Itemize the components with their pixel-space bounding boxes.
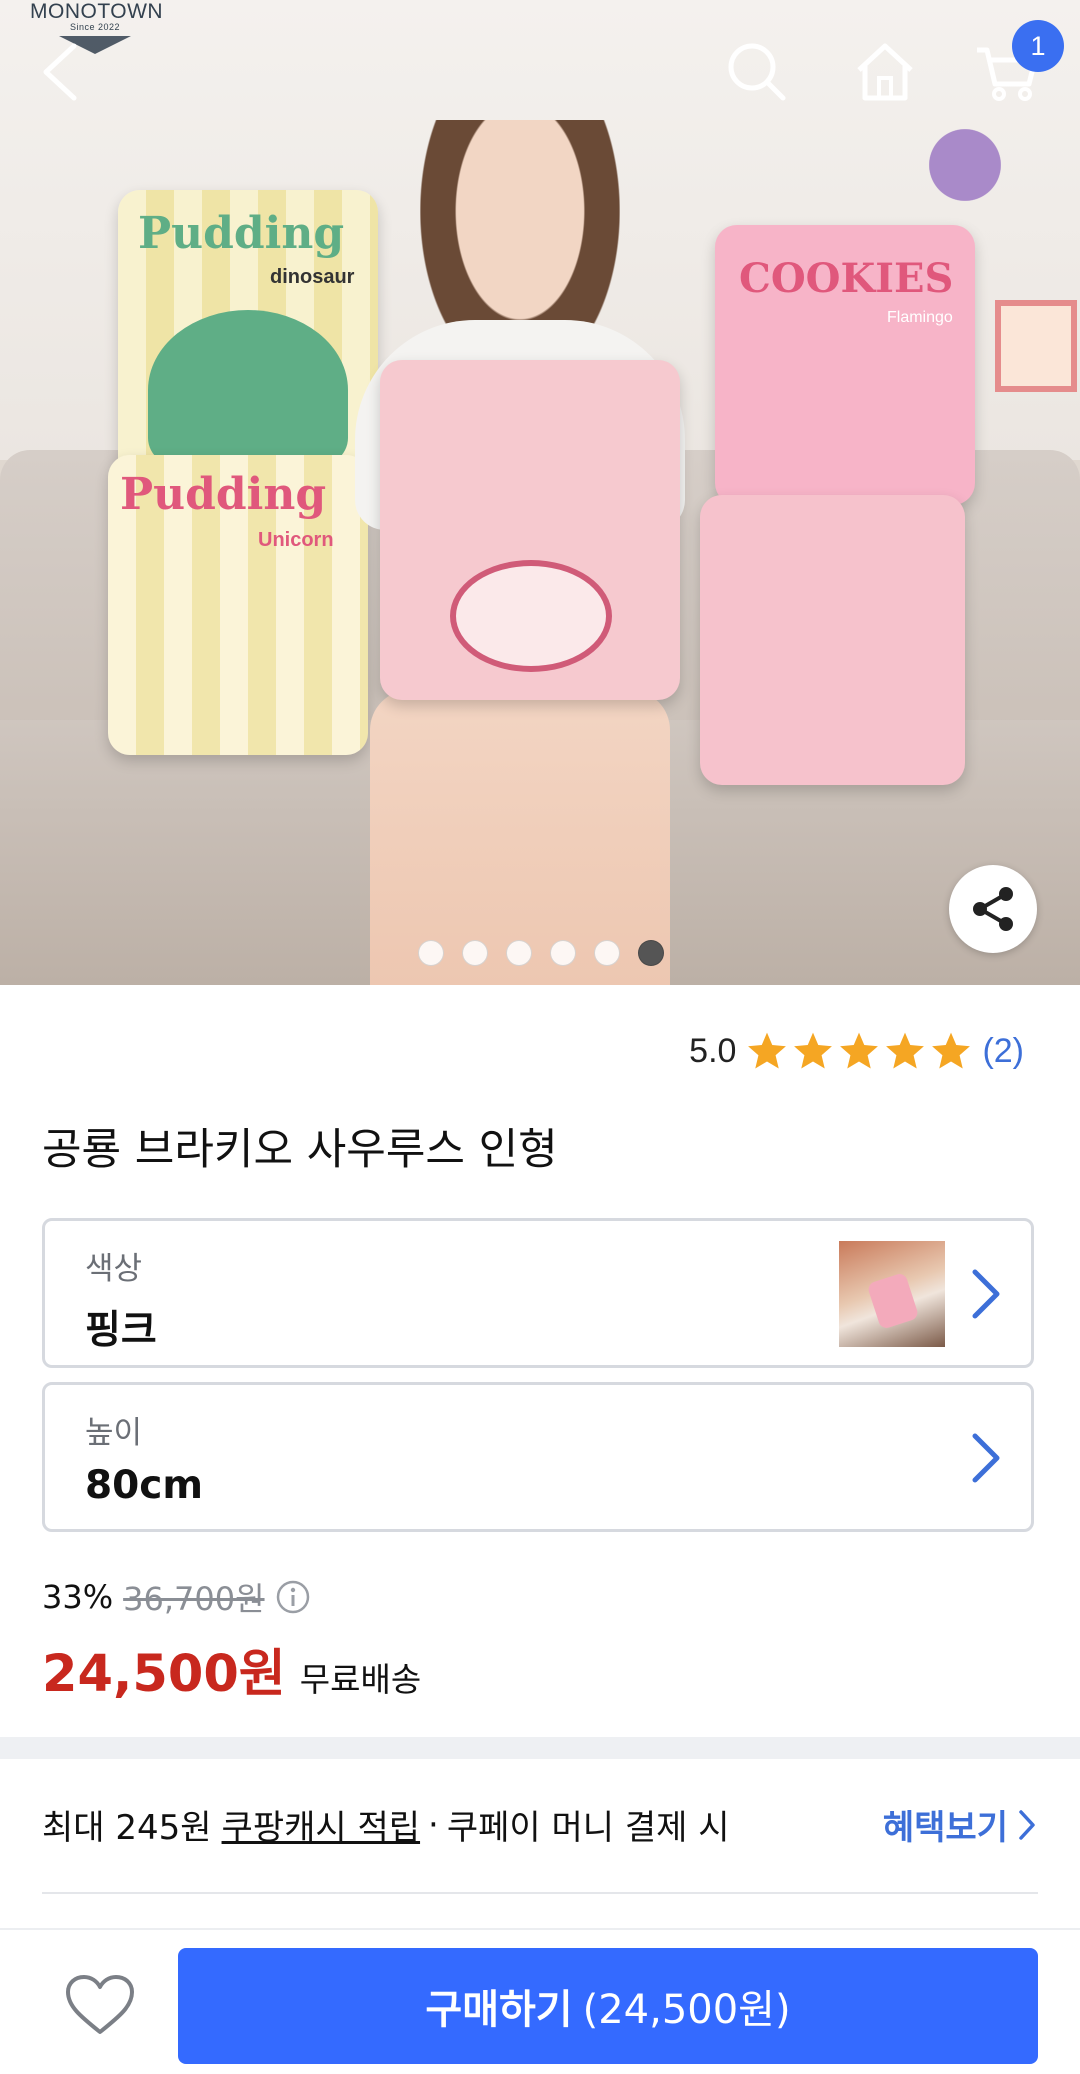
hero-plant-decor xyxy=(910,120,1020,210)
section-divider xyxy=(0,1737,1080,1759)
free-shipping-label: 무료배송 xyxy=(299,1660,422,1699)
rabbit-pillow xyxy=(700,495,965,785)
view-benefits-button[interactable]: 혜택보기 xyxy=(883,1800,1038,1849)
search-button[interactable] xyxy=(725,40,789,104)
carousel-dot[interactable] xyxy=(506,940,532,966)
store-logo-text: MONOTOWN xyxy=(30,0,164,23)
star-icon xyxy=(840,1032,879,1069)
cash-suffix: 쿠페이 머니 결제 시 xyxy=(446,1808,730,1848)
search-icon xyxy=(728,43,786,101)
option-value: 80cm xyxy=(85,1463,204,1508)
rating-score: 5.0 xyxy=(689,1031,737,1070)
discount-line: 33% 36,700원 xyxy=(42,1574,421,1620)
bottom-action-bar: 구매하기 (24,500원) xyxy=(0,1928,1080,2074)
share-icon xyxy=(973,887,1013,931)
hero-picture-frame xyxy=(995,300,1077,392)
sale-line: 24,500원 무료배송 xyxy=(42,1632,421,1706)
heart-icon xyxy=(66,1975,134,2034)
original-price: 36,700원 xyxy=(123,1580,265,1618)
carousel-dots xyxy=(418,940,664,966)
info-icon[interactable] xyxy=(275,1579,311,1615)
price-section: 33% 36,700원 24,500원 무료배송 xyxy=(42,1574,421,1706)
dinosaur-pillow: Pudding dinosaur xyxy=(118,190,378,490)
buy-button-label: 구매하기 xyxy=(425,1987,573,2033)
pillow-text: dinosaur xyxy=(270,266,355,288)
pillow-text: Unicorn xyxy=(258,529,334,551)
carousel-dot[interactable] xyxy=(462,940,488,966)
dinosaur-face xyxy=(148,310,348,470)
share-button[interactable] xyxy=(949,865,1037,953)
option-label: 높이 xyxy=(85,1415,143,1451)
cash-reward-line: 최대 245원 쿠팡캐시 적립 · 쿠페이 머니 결제 시 혜택보기 xyxy=(42,1800,1038,1849)
pillow-text: Pudding xyxy=(138,208,345,259)
home-icon xyxy=(857,43,913,101)
option-value: 핑크 xyxy=(85,1308,157,1353)
wishlist-button[interactable] xyxy=(64,1974,136,2038)
thin-divider xyxy=(42,1892,1038,1894)
pig-pillow xyxy=(380,360,680,700)
cash-prefix: 최대 245원 xyxy=(42,1808,212,1848)
pig-snout xyxy=(450,560,612,672)
coupang-cash-link[interactable]: 쿠팡캐시 적립 xyxy=(222,1800,421,1849)
star-icon xyxy=(794,1032,833,1069)
product-image-carousel[interactable]: Pudding dinosaur Pudding Unicorn COOKIES… xyxy=(0,0,1080,985)
buy-button-price: (24,500원) xyxy=(582,1987,791,2033)
chevron-right-icon xyxy=(972,1269,1000,1319)
pillow-text: Pudding xyxy=(120,469,327,520)
pillow-text: Flamingo xyxy=(887,309,953,326)
carousel-dot[interactable] xyxy=(550,940,576,966)
color-option-selector[interactable]: 색상 핑크 xyxy=(42,1218,1034,1368)
star-icon xyxy=(932,1032,971,1069)
cash-separator: · xyxy=(428,1804,439,1845)
rating-stars xyxy=(746,1030,972,1072)
back-button[interactable] xyxy=(28,40,92,104)
back-arrow-icon xyxy=(43,43,77,101)
option-thumbnail xyxy=(839,1241,945,1347)
pillow-text: COOKIES xyxy=(739,255,954,302)
home-button[interactable] xyxy=(853,40,917,104)
carousel-dot[interactable] xyxy=(418,940,444,966)
unicorn-pillow: Pudding Unicorn xyxy=(108,455,368,755)
star-icon xyxy=(748,1032,787,1069)
chevron-right-icon xyxy=(972,1433,1000,1483)
sale-price: 24,500원 xyxy=(42,1645,286,1704)
discount-rate: 33% xyxy=(42,1578,114,1616)
option-label: 색상 xyxy=(85,1251,143,1287)
carousel-dot-active[interactable] xyxy=(638,940,664,966)
chevron-right-icon xyxy=(1019,1809,1035,1840)
product-rating[interactable]: 5.0 (2) xyxy=(689,1030,1024,1072)
cart-count-badge: 1 xyxy=(1012,20,1064,72)
view-benefits-label: 혜택보기 xyxy=(882,1808,1008,1848)
product-title: 공룡 브라키오 사우루스 인형 xyxy=(42,1125,558,1175)
height-option-selector[interactable]: 높이 80cm xyxy=(42,1382,1034,1532)
buy-now-button[interactable]: 구매하기 (24,500원) xyxy=(178,1948,1038,2064)
carousel-dot[interactable] xyxy=(594,940,620,966)
flamingo-pillow: COOKIES Flamingo xyxy=(715,225,975,505)
review-count-link[interactable]: (2) xyxy=(982,1032,1024,1071)
star-icon xyxy=(886,1032,925,1069)
